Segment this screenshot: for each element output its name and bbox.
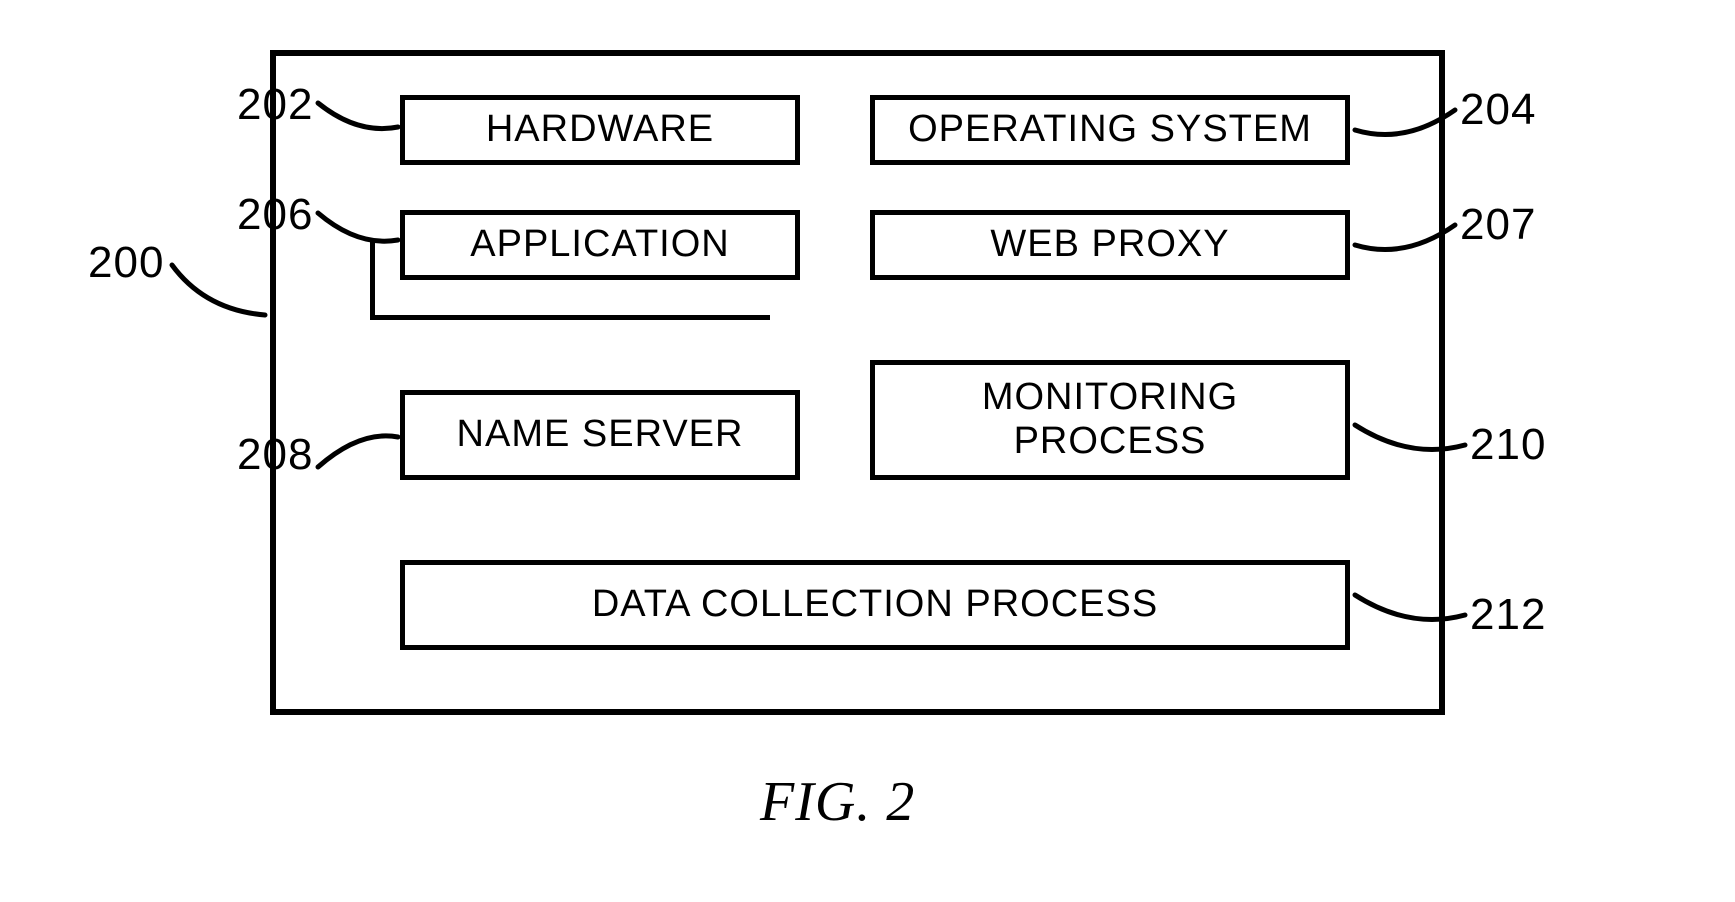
block-os: OPERATING SYSTEM	[870, 95, 1350, 165]
ref-monitoring: 210	[1470, 420, 1546, 470]
label-os: OPERATING SYSTEM	[908, 108, 1312, 152]
figure-caption: FIG. 2	[760, 770, 915, 834]
lead-hardware	[310, 95, 410, 145]
block-monitoring: MONITORING PROCESS	[870, 360, 1350, 480]
ref-application: 206	[237, 190, 313, 240]
ref-datacollection: 212	[1470, 590, 1546, 640]
lead-webproxy	[1350, 215, 1465, 265]
application-stack-indicator	[370, 240, 770, 320]
ref-os: 204	[1460, 85, 1536, 135]
block-hardware: HARDWARE	[400, 95, 800, 165]
label-monitoring: MONITORING PROCESS	[982, 376, 1238, 463]
ref-webproxy: 207	[1460, 200, 1536, 250]
lead-os	[1350, 100, 1465, 150]
label-hardware: HARDWARE	[486, 108, 714, 152]
block-webproxy: WEB PROXY	[870, 210, 1350, 280]
label-nameserver: NAME SERVER	[457, 413, 744, 457]
ref-container: 200	[88, 238, 164, 288]
block-nameserver: NAME SERVER	[400, 390, 800, 480]
lead-application	[310, 205, 410, 255]
label-datacollection: DATA COLLECTION PROCESS	[592, 583, 1158, 627]
lead-nameserver	[310, 425, 410, 480]
lead-datacollection	[1350, 580, 1475, 635]
diagram-canvas: 200 HARDWARE 202 OPERATING SYSTEM 204 AP…	[0, 0, 1735, 902]
ref-hardware: 202	[237, 80, 313, 130]
label-webproxy: WEB PROXY	[990, 223, 1229, 267]
lead-container	[160, 255, 280, 335]
ref-nameserver: 208	[237, 430, 313, 480]
lead-monitoring	[1350, 410, 1475, 465]
block-datacollection: DATA COLLECTION PROCESS	[400, 560, 1350, 650]
